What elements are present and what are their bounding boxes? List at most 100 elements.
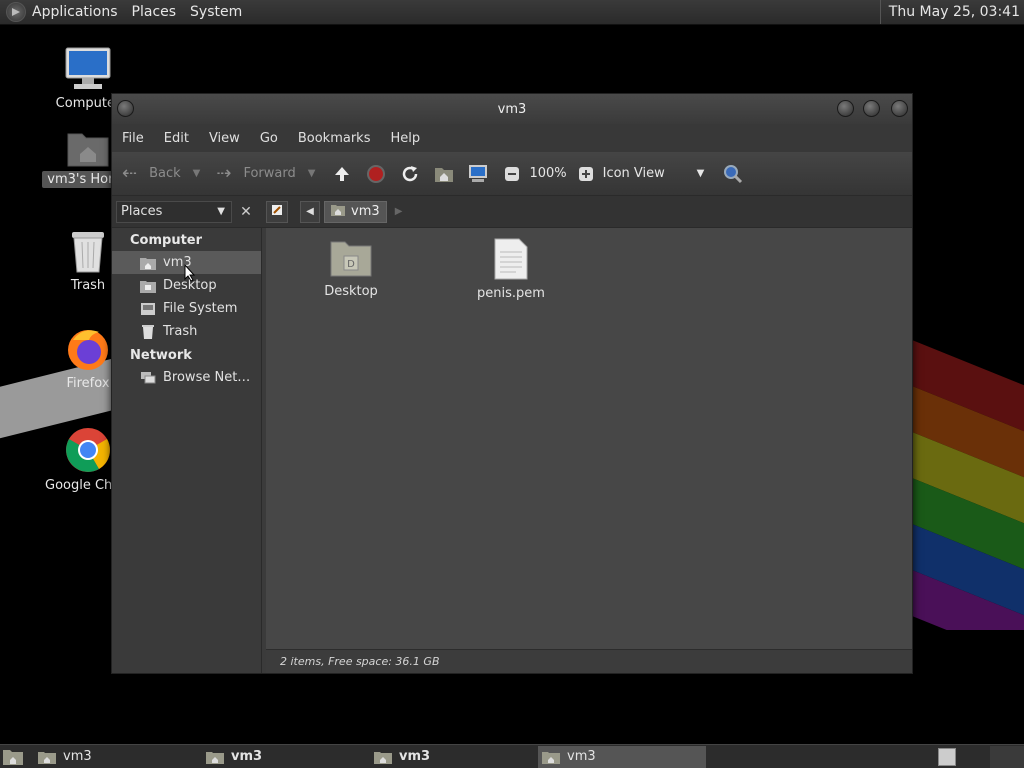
chevron-down-icon: ▼ xyxy=(696,168,705,179)
status-bar: 2 items, Free space: 36.1 GB xyxy=(266,649,912,673)
system-menu[interactable]: System xyxy=(190,4,242,20)
search-icon xyxy=(722,163,744,185)
zoom-level[interactable]: 100% xyxy=(529,166,566,181)
file-manager-window: vm3 File Edit View Go Bookmarks Help ⇠ B… xyxy=(111,93,913,674)
home-folder-icon xyxy=(206,750,224,764)
menu-view[interactable]: View xyxy=(209,131,240,146)
trash-applet[interactable] xyxy=(990,746,1024,768)
clock[interactable]: Thu May 25, 03:41 xyxy=(879,0,1024,24)
sidebar-section-header: Computer xyxy=(130,233,203,248)
sidebar-item-label: Trash xyxy=(163,324,198,339)
menu-bookmarks[interactable]: Bookmarks xyxy=(298,131,371,146)
menu-file[interactable]: File xyxy=(122,131,144,146)
computer-icon xyxy=(64,46,112,92)
network-icon xyxy=(140,371,156,385)
zoom-in-button[interactable] xyxy=(575,163,597,185)
zoom-out-button[interactable] xyxy=(501,163,523,185)
breadcrumb-label: vm3 xyxy=(351,204,380,219)
home-folder-icon xyxy=(66,128,110,168)
menubar: File Edit View Go Bookmarks Help xyxy=(112,124,912,152)
breadcrumb-left-arrow-icon[interactable]: ◀ xyxy=(300,200,320,223)
distro-logo-icon[interactable] xyxy=(6,2,26,22)
side-pane-selector[interactable]: Places ▼ xyxy=(116,200,232,223)
home-icon xyxy=(140,256,156,270)
location-bar: Places ▼ ✕ ◀ vm3 ▶ xyxy=(112,196,912,228)
chevron-down-icon: ▼ xyxy=(217,206,225,217)
file-item-penis-pem[interactable]: penis.pem xyxy=(466,238,556,301)
file-view[interactable]: D Desktop penis.pem xyxy=(266,228,912,649)
taskbar-item-label: vm3 xyxy=(63,749,92,764)
home-folder-icon xyxy=(38,750,56,764)
sidebar-item-file-system[interactable]: File System xyxy=(112,297,261,320)
bottom-panel: vm3 vm3 vm3 vm3 xyxy=(0,744,1024,768)
home-icon xyxy=(331,204,345,220)
svg-text:D: D xyxy=(347,259,355,270)
trash-icon xyxy=(140,324,156,339)
forward-button[interactable]: ⇢ Forward ▼ xyxy=(216,163,315,184)
trash-icon xyxy=(68,230,108,274)
sidebar-section-header: Network xyxy=(130,348,192,363)
taskbar-item[interactable]: vm3 xyxy=(336,746,504,768)
reload-icon xyxy=(399,163,421,185)
folder-icon: D xyxy=(329,238,373,278)
close-side-pane-icon[interactable]: ✕ xyxy=(236,202,256,222)
firefox-icon xyxy=(65,326,111,372)
forward-label: Forward xyxy=(243,166,296,181)
taskbar-item[interactable]: vm3 xyxy=(0,746,168,768)
taskbar-item-label: vm3 xyxy=(231,749,263,764)
maximize-button[interactable] xyxy=(863,100,880,117)
menu-edit[interactable]: Edit xyxy=(164,131,189,146)
pencil-icon xyxy=(271,204,283,220)
computer-icon xyxy=(467,163,489,185)
places-sidebar: Computer vm3 Desktop File System Trash N xyxy=(112,228,262,673)
text-file-icon xyxy=(491,238,531,280)
back-label: Back xyxy=(149,166,181,181)
breadcrumb-right-arrow-icon[interactable]: ▶ xyxy=(391,201,407,223)
home-folder-icon xyxy=(542,750,560,764)
home-folder-icon xyxy=(433,163,455,185)
taskbar-item[interactable]: vm3 xyxy=(168,746,336,768)
close-button[interactable] xyxy=(891,100,908,117)
zoom-in-icon xyxy=(575,163,597,185)
search-button[interactable] xyxy=(722,163,744,185)
view-mode-select[interactable]: Icon View ▼ xyxy=(603,166,705,181)
view-mode-label: Icon View xyxy=(602,166,665,181)
workspace-switcher[interactable] xyxy=(938,748,956,766)
zoom-out-icon xyxy=(501,163,523,185)
reload-button[interactable] xyxy=(399,163,421,185)
sidebar-item-browse-network[interactable]: Browse Net… xyxy=(112,366,261,389)
up-button[interactable] xyxy=(331,163,353,185)
menu-go[interactable]: Go xyxy=(260,131,278,146)
home-button[interactable] xyxy=(433,163,455,185)
home-folder-icon xyxy=(374,750,392,764)
sidebar-item-label: File System xyxy=(163,301,238,316)
stop-button[interactable] xyxy=(365,163,387,185)
chrome-icon xyxy=(64,426,112,474)
breadcrumb[interactable]: vm3 xyxy=(324,200,387,223)
taskbar-item-label: vm3 xyxy=(567,749,596,764)
edit-location-button[interactable] xyxy=(266,200,288,223)
wallpaper-rainbow xyxy=(912,340,1024,630)
file-name: Desktop xyxy=(324,284,378,299)
taskbar-item[interactable]: vm3 xyxy=(538,745,706,768)
up-arrow-icon xyxy=(331,163,353,185)
desktop-icon xyxy=(140,279,156,293)
back-button[interactable]: ⇠ Back ▼ xyxy=(122,163,200,184)
toolbar: ⇠ Back ▼ ⇢ Forward ▼ 100% Icon View ▼ xyxy=(112,152,912,196)
forward-history-caret-icon[interactable]: ▼ xyxy=(308,168,316,179)
menu-help[interactable]: Help xyxy=(390,131,420,146)
file-item-desktop[interactable]: D Desktop xyxy=(306,238,396,299)
minimize-button[interactable] xyxy=(837,100,854,117)
window-titlebar[interactable]: vm3 xyxy=(112,94,912,124)
stop-icon xyxy=(365,163,387,185)
top-panel: Applications Places System Thu May 25, 0… xyxy=(0,0,1024,25)
places-menu[interactable]: Places xyxy=(132,4,177,20)
window-title: vm3 xyxy=(497,101,527,117)
applications-menu[interactable]: Applications xyxy=(32,4,118,20)
window-menu-button[interactable] xyxy=(117,100,134,117)
back-history-caret-icon[interactable]: ▼ xyxy=(193,168,201,179)
computer-button[interactable] xyxy=(467,163,489,185)
sidebar-item-trash[interactable]: Trash xyxy=(112,320,261,343)
drive-icon xyxy=(140,302,156,316)
mouse-cursor-icon xyxy=(184,263,196,286)
